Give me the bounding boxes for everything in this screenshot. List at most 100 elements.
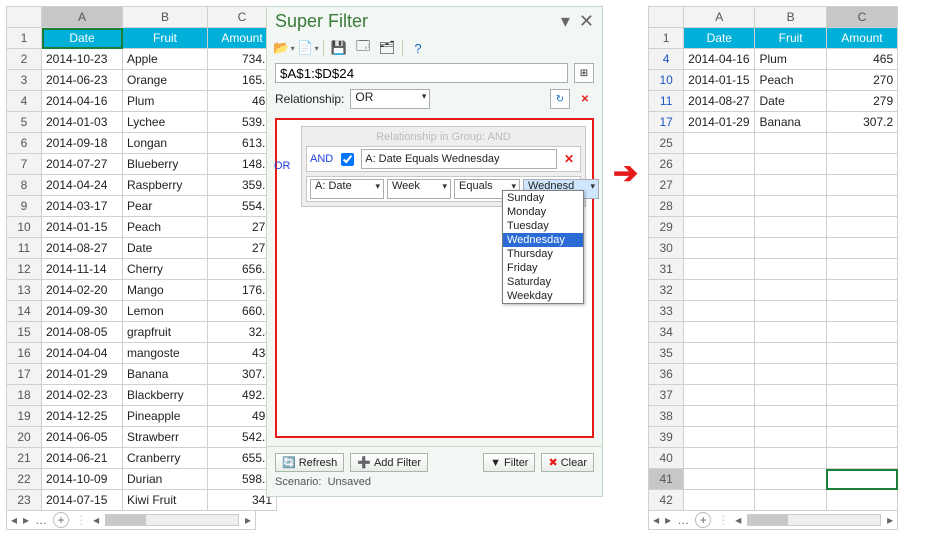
grid-cell[interactable]: Pineapple xyxy=(123,406,208,427)
grid-cell[interactable] xyxy=(684,448,755,469)
grid-cell[interactable]: Plum xyxy=(755,49,826,70)
grid-cell[interactable] xyxy=(684,490,755,511)
criteria-delete-icon[interactable]: ✕ xyxy=(561,152,577,166)
grid-cell[interactable]: Raspberry xyxy=(123,175,208,196)
grid-cell[interactable] xyxy=(826,238,897,259)
grid-cell[interactable]: Blueberry xyxy=(123,154,208,175)
grid-cell[interactable] xyxy=(755,196,826,217)
grid-cell[interactable] xyxy=(826,469,897,490)
grid-cell[interactable] xyxy=(826,322,897,343)
row-header[interactable]: 41 xyxy=(649,469,684,490)
grid-cell[interactable]: Peach xyxy=(755,70,826,91)
dropdown-item[interactable]: Saturday xyxy=(503,275,583,289)
grid-cell[interactable] xyxy=(684,259,755,280)
grid-cell[interactable] xyxy=(755,364,826,385)
col-header[interactable]: A xyxy=(42,7,123,28)
builder-field-select[interactable]: A: Date xyxy=(310,179,384,199)
col-header[interactable]: B xyxy=(755,7,826,28)
grid-cell[interactable] xyxy=(684,238,755,259)
grid-cell[interactable]: Pear xyxy=(123,196,208,217)
row-header[interactable]: 38 xyxy=(649,406,684,427)
grid-cell[interactable] xyxy=(826,343,897,364)
row-header[interactable]: 32 xyxy=(649,280,684,301)
row-header[interactable]: 8 xyxy=(7,175,42,196)
grid-cell[interactable]: mangoste xyxy=(123,343,208,364)
grid-cell[interactable]: 2014-01-29 xyxy=(42,364,123,385)
dropdown-item[interactable]: Tuesday xyxy=(503,219,583,233)
grid-cell[interactable]: 2014-06-05 xyxy=(42,427,123,448)
grid-cell[interactable]: 2014-04-04 xyxy=(42,343,123,364)
col-header[interactable]: B xyxy=(123,7,208,28)
grid-cell[interactable] xyxy=(826,406,897,427)
grid-cell[interactable] xyxy=(755,427,826,448)
grid-cell[interactable]: Strawberr xyxy=(123,427,208,448)
grid-cell[interactable]: 2014-06-21 xyxy=(42,448,123,469)
grid-cell[interactable]: 2014-08-27 xyxy=(684,91,755,112)
grid-cell[interactable]: Orange xyxy=(123,70,208,91)
refresh-button[interactable]: 🔄Refresh xyxy=(275,453,344,472)
grid-cell[interactable] xyxy=(684,427,755,448)
grid-cell[interactable]: 2014-03-17 xyxy=(42,196,123,217)
range-input[interactable] xyxy=(275,63,568,83)
grid-cell[interactable]: Peach xyxy=(123,217,208,238)
grid-cell[interactable] xyxy=(826,217,897,238)
sheet-nav-right-icon[interactable]: ▸ xyxy=(665,513,671,527)
row-header[interactable]: 18 xyxy=(7,385,42,406)
row-header[interactable]: 34 xyxy=(649,322,684,343)
grid-cell[interactable]: 2014-12-25 xyxy=(42,406,123,427)
row-header[interactable]: 20 xyxy=(7,427,42,448)
grid-cell[interactable]: Cherry xyxy=(123,259,208,280)
grid-cell[interactable]: 2014-02-20 xyxy=(42,280,123,301)
grid-cell[interactable] xyxy=(826,154,897,175)
manage-icon[interactable]: 🗂 xyxy=(378,39,396,57)
row-header[interactable]: 11 xyxy=(649,91,684,112)
grid-cell[interactable]: 2014-07-15 xyxy=(42,490,123,511)
grid-cell[interactable] xyxy=(684,385,755,406)
grid-cell[interactable] xyxy=(826,301,897,322)
grid-cell[interactable] xyxy=(684,217,755,238)
row-header[interactable]: 39 xyxy=(649,427,684,448)
hscroll-track[interactable] xyxy=(105,514,239,526)
builder-unit-select[interactable]: Week xyxy=(387,179,451,199)
grid-cell[interactable] xyxy=(684,154,755,175)
grid-cell[interactable]: 465 xyxy=(826,49,897,70)
sheet-nav-right-icon[interactable]: ▸ xyxy=(23,513,29,527)
grid-cell[interactable]: Date xyxy=(123,238,208,259)
row-header[interactable]: 28 xyxy=(649,196,684,217)
grid-cell[interactable]: Mango xyxy=(123,280,208,301)
grid-cell[interactable] xyxy=(826,385,897,406)
grid-cell[interactable]: 2014-01-03 xyxy=(42,112,123,133)
right-grid[interactable]: ABC1DateFruitAmount42014-04-16Plum465102… xyxy=(648,6,898,511)
grid-cell[interactable] xyxy=(826,490,897,511)
grid-cell[interactable]: Lemon xyxy=(123,301,208,322)
grid-cell[interactable]: Apple xyxy=(123,49,208,70)
relationship-select[interactable]: OR xyxy=(350,89,430,109)
value-dropdown[interactable]: SundayMondayTuesdayWednesdayThursdayFrid… xyxy=(502,190,584,304)
grid-cell[interactable]: Blackberry xyxy=(123,385,208,406)
open-scenario-icon[interactable]: 📂▾ xyxy=(275,39,293,57)
row-header[interactable]: 27 xyxy=(649,175,684,196)
grid-cell[interactable]: Durian xyxy=(123,469,208,490)
grid-cell[interactable] xyxy=(684,364,755,385)
grid-cell[interactable]: 2014-10-09 xyxy=(42,469,123,490)
grid-cell[interactable] xyxy=(755,175,826,196)
grid-cell[interactable]: 2014-09-18 xyxy=(42,133,123,154)
grid-cell[interactable] xyxy=(755,343,826,364)
filter-button[interactable]: ▼Filter xyxy=(483,453,535,472)
add-sheet-icon[interactable]: + xyxy=(53,512,69,528)
row-header[interactable]: 2 xyxy=(7,49,42,70)
grid-cell[interactable] xyxy=(755,469,826,490)
grid-cell[interactable] xyxy=(755,490,826,511)
row-header[interactable]: 10 xyxy=(649,70,684,91)
clear-relationship-icon[interactable]: ✕ xyxy=(576,90,594,108)
panel-close-icon[interactable]: ✕ xyxy=(579,11,594,31)
panel-menu-icon[interactable]: ▾ xyxy=(561,11,570,31)
dropdown-item[interactable]: Monday xyxy=(503,205,583,219)
col-header[interactable]: C xyxy=(826,7,897,28)
grid-cell[interactable] xyxy=(826,196,897,217)
grid-cell[interactable] xyxy=(755,238,826,259)
grid-cell[interactable] xyxy=(684,343,755,364)
clear-button[interactable]: ✖Clear xyxy=(541,453,594,472)
grid-cell[interactable] xyxy=(826,364,897,385)
grid-cell[interactable]: 2014-04-24 xyxy=(42,175,123,196)
